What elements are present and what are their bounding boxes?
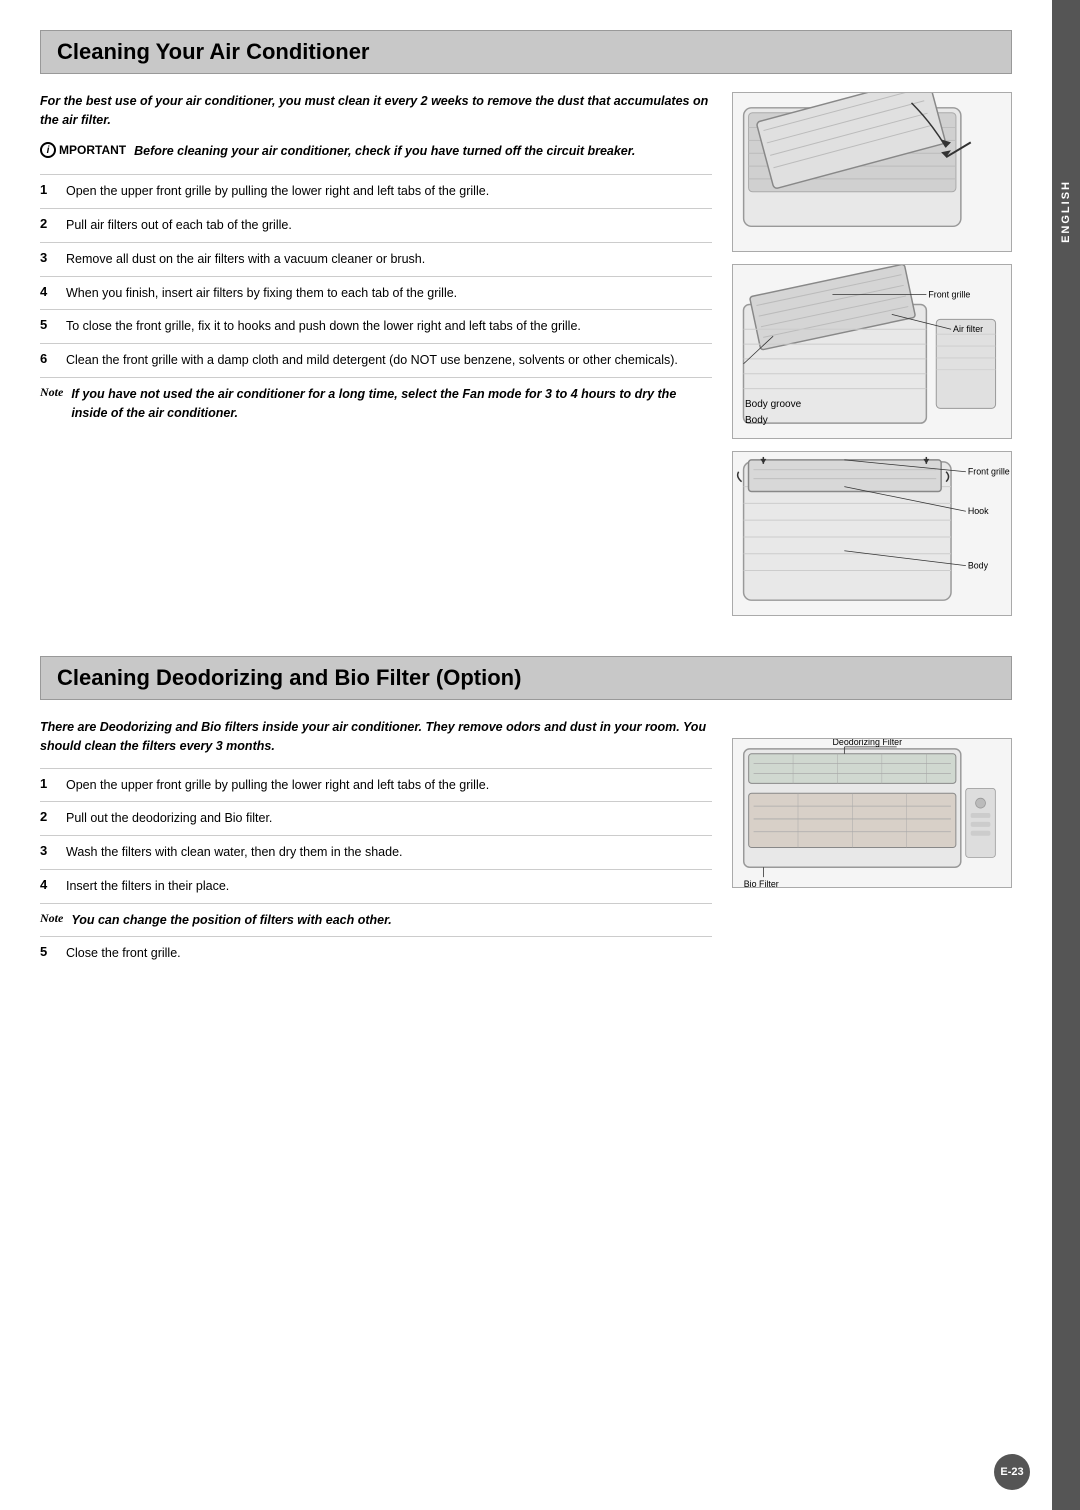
list-item: 5 Close the front grille.: [40, 936, 712, 970]
svg-text:Deodorizing Filter: Deodorizing Filter: [833, 739, 903, 747]
section1-note: Note If you have not used the air condit…: [40, 377, 712, 430]
page-number: E-23: [994, 1454, 1030, 1490]
svg-text:Body: Body: [968, 561, 989, 571]
diagram-deodorizing: Deodorizing Filter Bio Filter: [732, 738, 1012, 888]
section2-steps: 1 Open the upper front grille by pulling …: [40, 768, 712, 971]
important-label: i MPORTANT: [40, 142, 126, 158]
list-item: 2 Pull air filters out of each tab of the…: [40, 208, 712, 242]
list-item: 3 Remove all dust on the air filters with…: [40, 242, 712, 276]
sidebar-language: ENGLISH: [1052, 0, 1080, 1510]
step-number: 5: [40, 944, 56, 959]
section1-header: Cleaning Your Air Conditioner: [40, 30, 1012, 74]
important-label-text: MPORTANT: [59, 143, 126, 157]
step-text: Close the front grille.: [66, 944, 181, 963]
body-groove-label: Body groove: [745, 399, 801, 410]
section1-left: For the best use of your air conditioner…: [40, 92, 712, 616]
step-number: 5: [40, 317, 56, 332]
section2-diagrams: Deodorizing Filter Bio Filter: [732, 718, 1012, 970]
step-text: When you finish, insert air filters by f…: [66, 284, 457, 303]
list-item: 6 Clean the front grille with a damp clot…: [40, 343, 712, 377]
section2-note: Note You can change the position of filte…: [40, 903, 712, 937]
section1-note-label: Note: [40, 385, 63, 400]
step-number: 1: [40, 776, 56, 791]
diagram-open-grille: [732, 92, 1012, 252]
step-text: Wash the filters with clean water, then …: [66, 843, 403, 862]
step-number: 3: [40, 250, 56, 265]
section2-note-label: Note: [40, 911, 63, 926]
section1-diagrams: Front grille Air filter Body groove Body: [732, 92, 1012, 616]
list-item: 4 Insert the filters in their place.: [40, 869, 712, 903]
svg-text:Bio Filter: Bio Filter: [744, 879, 779, 887]
section2-title: Cleaning Deodorizing and Bio Filter (Opt…: [57, 665, 995, 691]
step-text: Clean the front grille with a damp cloth…: [66, 351, 678, 370]
section1-intro: For the best use of your air conditioner…: [40, 92, 712, 130]
diagram-hook: Front grille Hook Body: [732, 451, 1012, 616]
step-number: 2: [40, 809, 56, 824]
step-text: Insert the filters in their place.: [66, 877, 229, 896]
step-number: 3: [40, 843, 56, 858]
list-item: 2 Pull out the deodorizing and Bio filter…: [40, 801, 712, 835]
step-number: 1: [40, 182, 56, 197]
step-number: 4: [40, 877, 56, 892]
language-label: ENGLISH: [1060, 180, 1072, 243]
section1-note-text: If you have not used the air conditioner…: [71, 385, 712, 423]
list-item: 1 Open the upper front grille by pulling …: [40, 174, 712, 208]
step-text: Remove all dust on the air filters with …: [66, 250, 425, 269]
list-item: 3 Wash the filters with clean water, then…: [40, 835, 712, 869]
section1-title: Cleaning Your Air Conditioner: [57, 39, 995, 65]
section2-note-text: You can change the position of filters w…: [71, 911, 391, 930]
section2-header: Cleaning Deodorizing and Bio Filter (Opt…: [40, 656, 1012, 700]
step-text: Open the upper front grille by pulling t…: [66, 182, 489, 201]
step-number: 4: [40, 284, 56, 299]
important-text: Before cleaning your air conditioner, ch…: [134, 142, 635, 161]
section-gap: [40, 626, 1012, 656]
important-block: i MPORTANT Before cleaning your air cond…: [40, 142, 712, 161]
svg-text:Front grille: Front grille: [928, 290, 970, 300]
diagram-filters: Front grille Air filter Body groove Body: [732, 264, 1012, 439]
list-item: 5 To close the front grille, fix it to ho…: [40, 309, 712, 343]
list-item: 1 Open the upper front grille by pulling …: [40, 768, 712, 802]
section1-steps: 1 Open the upper front grille by pulling …: [40, 174, 712, 377]
svg-text:Hook: Hook: [968, 506, 989, 516]
section2-content: There are Deodorizing and Bio filters in…: [40, 718, 1012, 970]
svg-text:Front grille: Front grille: [968, 467, 1010, 477]
body-label: Body: [745, 415, 768, 426]
svg-text:Air filter: Air filter: [953, 324, 983, 334]
important-icon: i: [40, 142, 56, 158]
section1-content: For the best use of your air conditioner…: [40, 92, 1012, 616]
step-text: Pull air filters out of each tab of the …: [66, 216, 292, 235]
step-number: 2: [40, 216, 56, 231]
step-text: Open the upper front grille by pulling t…: [66, 776, 489, 795]
list-item: 4 When you finish, insert air filters by …: [40, 276, 712, 310]
step-text: To close the front grille, fix it to hoo…: [66, 317, 581, 336]
step-number: 6: [40, 351, 56, 366]
section2-intro: There are Deodorizing and Bio filters in…: [40, 718, 712, 756]
section2-left: There are Deodorizing and Bio filters in…: [40, 718, 712, 970]
step-text: Pull out the deodorizing and Bio filter.: [66, 809, 272, 828]
